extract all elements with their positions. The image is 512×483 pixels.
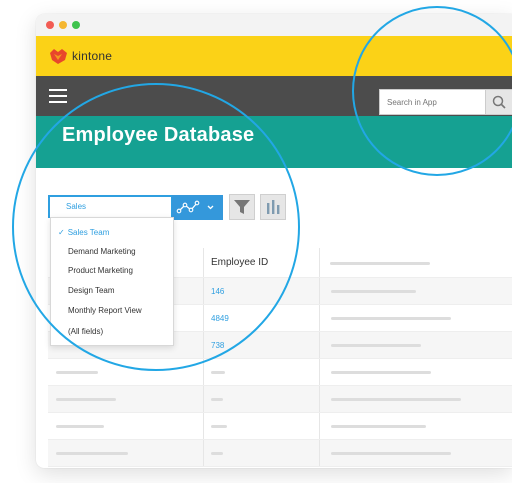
placeholder-bar <box>211 371 225 374</box>
menu-item-sales-team[interactable]: ✓ Sales Team <box>58 228 109 237</box>
app-window: kintone Employee Database Sales <box>36 14 512 468</box>
page-title: Employee Database <box>62 124 255 146</box>
menu-item-monthly-report-view[interactable]: Monthly Report View <box>68 306 142 315</box>
close-window-button[interactable] <box>46 21 54 29</box>
placeholder-bar <box>331 452 451 455</box>
window-titlebar <box>36 14 512 36</box>
employee-id-link[interactable]: 146 <box>211 287 224 296</box>
placeholder-bar <box>56 398 116 401</box>
placeholder-bar <box>211 398 223 401</box>
menu-item-design-team[interactable]: Design Team <box>68 286 115 295</box>
search-input[interactable] <box>379 89 485 115</box>
placeholder-bar <box>331 398 461 401</box>
table-row[interactable] <box>48 386 512 413</box>
kintone-logo-icon <box>50 49 67 64</box>
graph-menu-button[interactable] <box>172 195 223 220</box>
placeholder-bar <box>211 452 223 455</box>
table-row[interactable] <box>48 413 512 440</box>
app-header: Employee Database <box>36 116 512 168</box>
stats-button[interactable] <box>260 194 286 220</box>
menu-item-all-fields[interactable]: (All fields) <box>68 327 103 336</box>
employee-id-link[interactable]: 738 <box>211 341 224 350</box>
placeholder-bar <box>331 425 426 428</box>
placeholder-bar <box>331 344 421 347</box>
view-dropdown-menu: ✓ Sales Team Demand Marketing Product Mar… <box>50 217 174 346</box>
placeholder-bar <box>330 262 430 265</box>
maximize-window-button[interactable] <box>72 21 80 29</box>
hamburger-menu-icon[interactable] <box>49 89 67 103</box>
minimize-window-button[interactable] <box>59 21 67 29</box>
menu-item-demand-marketing[interactable]: Demand Marketing <box>68 247 136 256</box>
filter-button[interactable] <box>229 194 255 220</box>
brand-bar: kintone <box>36 36 512 76</box>
employee-id-link[interactable]: 4849 <box>211 314 229 323</box>
view-selector-value: Sales <box>66 202 87 211</box>
placeholder-bar <box>331 371 431 374</box>
placeholder-bar <box>56 371 98 374</box>
graph-line-icon <box>176 200 200 214</box>
menu-item-product-marketing[interactable]: Product Marketing <box>68 266 133 275</box>
search-button[interactable] <box>485 89 512 115</box>
checkmark-icon: ✓ <box>58 228 65 237</box>
view-selector[interactable]: Sales <box>48 195 173 218</box>
placeholder-bar <box>331 290 416 293</box>
magnifier-search-icon <box>492 95 506 109</box>
column-header-employee-id[interactable]: Employee ID <box>211 257 268 268</box>
table-row[interactable] <box>48 359 512 386</box>
bar-stats-icon <box>267 200 280 214</box>
top-navbar <box>36 76 512 116</box>
brand-name[interactable]: kintone <box>72 49 112 63</box>
placeholder-bar <box>331 317 451 320</box>
placeholder-bar <box>211 425 227 428</box>
table-row[interactable] <box>48 440 512 467</box>
placeholder-bar <box>56 425 104 428</box>
chevron-down-icon <box>207 205 214 210</box>
placeholder-bar <box>56 452 128 455</box>
filter-funnel-icon <box>234 200 250 214</box>
